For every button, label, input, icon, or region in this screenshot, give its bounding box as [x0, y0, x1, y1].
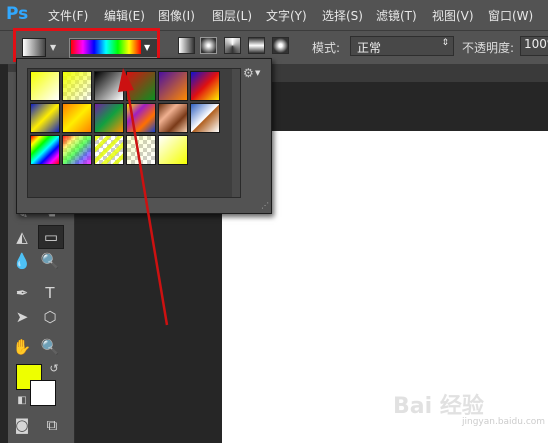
pen-tool-icon[interactable]: ✒: [10, 282, 34, 304]
watermark-url: jingyan.baidu.com: [462, 417, 546, 427]
swap-colors-icon[interactable]: ↺: [42, 358, 66, 380]
menu-filter[interactable]: 滤镜(T): [376, 7, 417, 24]
mode-label: 模式:: [312, 41, 341, 55]
gradient-preset-swatch[interactable]: [158, 135, 188, 165]
preset-scrollbar[interactable]: [232, 69, 240, 197]
quick-mask-icon[interactable]: ◙: [10, 414, 34, 436]
eraser-tool-icon[interactable]: ◭: [10, 226, 34, 248]
menu-layer[interactable]: 图层(L): [212, 7, 252, 24]
type-tool-icon[interactable]: T: [38, 282, 62, 304]
resize-grip-icon[interactable]: ⋰: [261, 201, 269, 210]
diamond-gradient-icon[interactable]: [272, 37, 289, 54]
gradient-preset-swatch[interactable]: [190, 71, 220, 101]
zoom-tool-icon[interactable]: 🔍: [38, 336, 62, 358]
menu-select[interactable]: 选择(S): [322, 7, 363, 24]
menu-bar: Ps 文件(F) 编辑(E) 图像(I) 图层(L) 文字(Y) 选择(S) 滤…: [0, 0, 548, 30]
linear-gradient-icon[interactable]: [178, 37, 195, 54]
path-selection-tool-icon[interactable]: ➤: [10, 306, 34, 328]
gradient-preset-swatch[interactable]: [126, 71, 156, 101]
screen-mode-icon[interactable]: ⧉: [40, 414, 64, 436]
gear-icon[interactable]: ⚙: [243, 66, 254, 80]
blur-tool-icon[interactable]: 💧: [10, 250, 34, 272]
angle-gradient-icon[interactable]: [224, 37, 241, 54]
gradient-preset-swatch[interactable]: [158, 71, 188, 101]
menu-edit[interactable]: 编辑(E): [104, 7, 145, 24]
gradient-preset-swatch[interactable]: [62, 135, 92, 165]
gradient-preset-swatch[interactable]: [30, 103, 60, 133]
gradient-preset-swatch[interactable]: [94, 71, 124, 101]
menu-type[interactable]: 文字(Y): [266, 7, 307, 24]
dodge-tool-icon[interactable]: 🔍: [38, 250, 62, 272]
gradient-preset-swatch[interactable]: [94, 103, 124, 133]
gradient-preset-swatch[interactable]: [30, 135, 60, 165]
gradient-preset-swatch[interactable]: [190, 103, 220, 133]
default-colors-icon[interactable]: ◧: [10, 390, 34, 412]
menu-image[interactable]: 图像(I): [158, 7, 195, 24]
hand-tool-icon[interactable]: ✋: [10, 336, 34, 358]
menu-window[interactable]: 窗口(W): [488, 7, 533, 24]
gradient-tool-icon[interactable]: ▭: [38, 225, 64, 249]
gradient-preset-grid: [27, 68, 241, 198]
mode-value: 正常: [357, 41, 382, 55]
gradient-preset-swatch[interactable]: [158, 103, 188, 133]
opacity-input[interactable]: 100%: [520, 36, 548, 56]
menu-file[interactable]: 文件(F): [48, 7, 88, 24]
gradient-preset-swatch[interactable]: [62, 103, 92, 133]
photoshop-logo: Ps: [6, 4, 29, 24]
shape-tool-icon[interactable]: ⬡: [38, 306, 62, 328]
reflected-gradient-icon[interactable]: [248, 37, 265, 54]
gradient-preset-swatch[interactable]: [126, 135, 156, 165]
gradient-preset-swatch[interactable]: [62, 71, 92, 101]
menu-view[interactable]: 视图(V): [432, 7, 474, 24]
radial-gradient-icon[interactable]: [200, 37, 217, 54]
annotation-highlight-box: [13, 28, 160, 62]
gradient-picker-panel: ⚙ ▼ ⋰: [16, 58, 272, 214]
panel-menu-dropdown-icon[interactable]: ▼: [255, 69, 263, 77]
gradient-preset-swatch[interactable]: [30, 71, 60, 101]
opacity-label: 不透明度:: [462, 41, 515, 55]
mode-select[interactable]: 正常 ⇕: [350, 36, 454, 56]
gradient-preset-swatch[interactable]: [94, 135, 124, 165]
watermark-logo: Bai 经验: [393, 394, 484, 419]
stepper-icon: ⇕: [441, 38, 449, 48]
gradient-preset-swatch[interactable]: [126, 103, 156, 133]
